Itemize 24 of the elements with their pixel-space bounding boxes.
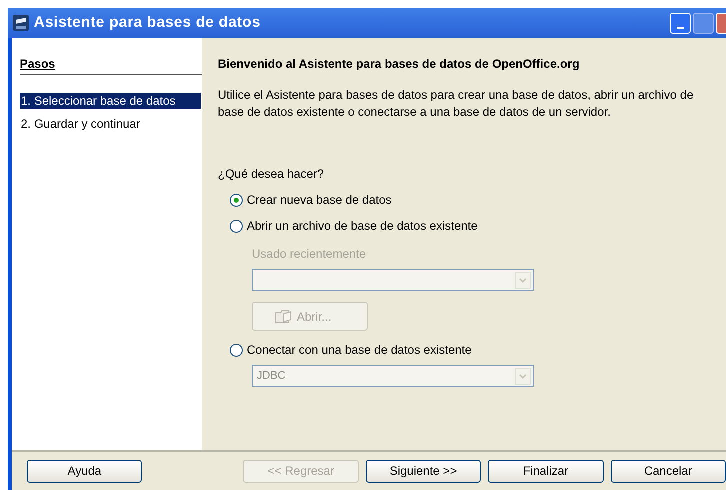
- app-icon: [12, 14, 30, 32]
- intro-text: Utilice el Asistente para bases de datos para crear una base de datos, abrir un archivo de base de datos existente o conectarse a una base de datos de un servidor.: [218, 87, 695, 121]
- option-label: Abrir un archivo de base de datos existente: [247, 218, 478, 235]
- chevron-icon: [515, 272, 531, 288]
- dialog-button[interactable]: Cancelar: [610, 460, 726, 482]
- radio-button[interactable]: [230, 220, 243, 232]
- step-item[interactable]: 1. Seleccionar base de datos: [20, 93, 201, 109]
- steps-heading: Pasos: [20, 55, 202, 75]
- radio-button[interactable]: [230, 344, 243, 356]
- dialog-button[interactable]: Siguiente >>: [366, 460, 482, 482]
- recent-label: Usado recientemente: [252, 246, 368, 263]
- dialog-button[interactable]: Ayuda: [27, 460, 142, 482]
- window-title: Asistente para bases de datos: [34, 12, 261, 33]
- step-item[interactable]: 2. Guardar y continuar: [20, 116, 201, 132]
- option-label: Conectar con una base de datos existente: [247, 342, 472, 359]
- chevron-icon: [515, 368, 531, 384]
- option-label: Crear nueva base de datos: [247, 192, 392, 209]
- folder-icon: [275, 308, 293, 324]
- welcome-heading: Bienvenido al Asistente para bases de datos de OpenOffice.org: [218, 56, 581, 73]
- close-button[interactable]: [716, 12, 726, 34]
- dialog-button[interactable]: Finalizar: [488, 460, 604, 482]
- radio-button[interactable]: [230, 194, 243, 206]
- minimize-button[interactable]: [670, 12, 691, 34]
- question-label: ¿Qué desea hacer?: [218, 166, 326, 183]
